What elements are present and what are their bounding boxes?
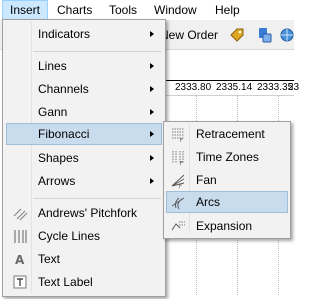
svg-text:F: F	[179, 184, 182, 188]
menu-item-andrews-pitchfork[interactable]: Andrews' Pitchfork	[6, 202, 162, 224]
menu-item-text-label[interactable]: Text Label	[6, 271, 162, 293]
menu-item-channels[interactable]: Channels	[6, 78, 162, 100]
menu-insert[interactable]: Insert	[2, 0, 49, 20]
svg-text:F: F	[180, 161, 183, 165]
menu-help[interactable]: Help	[208, 0, 247, 20]
price-axis: 2333.80 2335.14 2333.35 23	[155, 80, 299, 96]
submenu-item-label: Expansion	[196, 219, 253, 233]
menu-item-label: Shapes	[38, 151, 79, 165]
new-order-button[interactable]: New Order	[160, 28, 218, 42]
submenu-arrow-icon	[150, 63, 154, 69]
pitchfork-icon	[13, 208, 28, 221]
menu-item-text[interactable]: A Text	[6, 248, 162, 270]
fibo-fan-icon: F	[171, 174, 185, 188]
menu-item-label: Arrows	[38, 174, 76, 188]
menu-item-label: Text Label	[38, 275, 93, 289]
submenu-arrow-icon	[150, 178, 154, 184]
menu-item-lines[interactable]: Lines	[6, 55, 162, 77]
price-tick: 2335.14	[216, 82, 253, 93]
fibo-retracement-icon: F	[172, 128, 184, 142]
menu-item-label: Gann	[38, 105, 68, 119]
menu-separator	[33, 198, 161, 199]
submenu-item-label: Fan	[196, 173, 217, 187]
insert-menu: Indicators Lines Channels Gann Fibonacci…	[2, 19, 166, 297]
menu-item-label: Andrews' Pitchfork	[38, 206, 137, 220]
menu-item-shapes[interactable]: Shapes	[6, 147, 162, 169]
submenu-item-expansion[interactable]: Expansion	[166, 215, 288, 237]
menu-tools[interactable]: Tools	[102, 0, 144, 20]
menu-item-label: Channels	[38, 82, 89, 96]
svg-text:A: A	[15, 253, 25, 267]
svg-text:F: F	[180, 138, 183, 142]
fibonacci-submenu: F Retracement F Time Zones F Fan Arcs Ex…	[163, 121, 291, 239]
globe-icon[interactable]	[278, 26, 296, 44]
submenu-item-time-zones[interactable]: F Time Zones	[166, 146, 288, 168]
menu-item-cycle-lines[interactable]: Cycle Lines	[6, 225, 162, 247]
submenu-item-label: Retracement	[196, 127, 265, 141]
submenu-item-retracement[interactable]: F Retracement	[166, 123, 288, 145]
submenu-arrow-icon	[150, 109, 154, 115]
menu-item-fibonacci[interactable]: Fibonacci	[6, 123, 162, 145]
fibo-arcs-icon	[171, 197, 185, 210]
text-icon: A	[15, 253, 25, 267]
fibo-time-zones-icon: F	[172, 151, 184, 165]
menu-item-arrows[interactable]: Arrows	[6, 170, 162, 192]
tag-icon[interactable]	[228, 26, 246, 44]
text-label-icon	[13, 275, 27, 289]
menu-separator	[33, 51, 161, 52]
menu-item-label: Text	[38, 252, 61, 266]
menu-window[interactable]: Window	[147, 0, 204, 20]
fibo-expansion-icon	[171, 221, 185, 231]
submenu-arrow-icon	[150, 155, 154, 161]
submenu-arrow-icon	[150, 131, 154, 137]
menu-item-label: Lines	[38, 59, 67, 73]
submenu-item-fan[interactable]: F Fan	[166, 169, 288, 191]
menu-charts[interactable]: Charts	[50, 0, 99, 20]
submenu-arrow-icon	[150, 31, 154, 37]
price-tick: 23	[288, 82, 300, 93]
price-tick: 2333.80	[175, 82, 212, 93]
submenu-item-label: Arcs	[196, 195, 220, 209]
menu-item-label: Cycle Lines	[38, 229, 101, 243]
submenu-item-arcs[interactable]: Arcs	[166, 191, 288, 213]
menu-item-gann[interactable]: Gann	[6, 101, 162, 123]
submenu-arrow-icon	[150, 86, 154, 92]
menu-item-indicators[interactable]: Indicators	[6, 23, 162, 45]
menubar: Insert Charts Tools Window Help	[0, 0, 294, 21]
signals-icon[interactable]	[256, 26, 274, 44]
cycle-lines-icon	[14, 230, 27, 243]
menu-item-label: Indicators	[38, 27, 91, 41]
menu-item-label: Fibonacci	[38, 127, 90, 141]
submenu-item-label: Time Zones	[196, 150, 259, 164]
